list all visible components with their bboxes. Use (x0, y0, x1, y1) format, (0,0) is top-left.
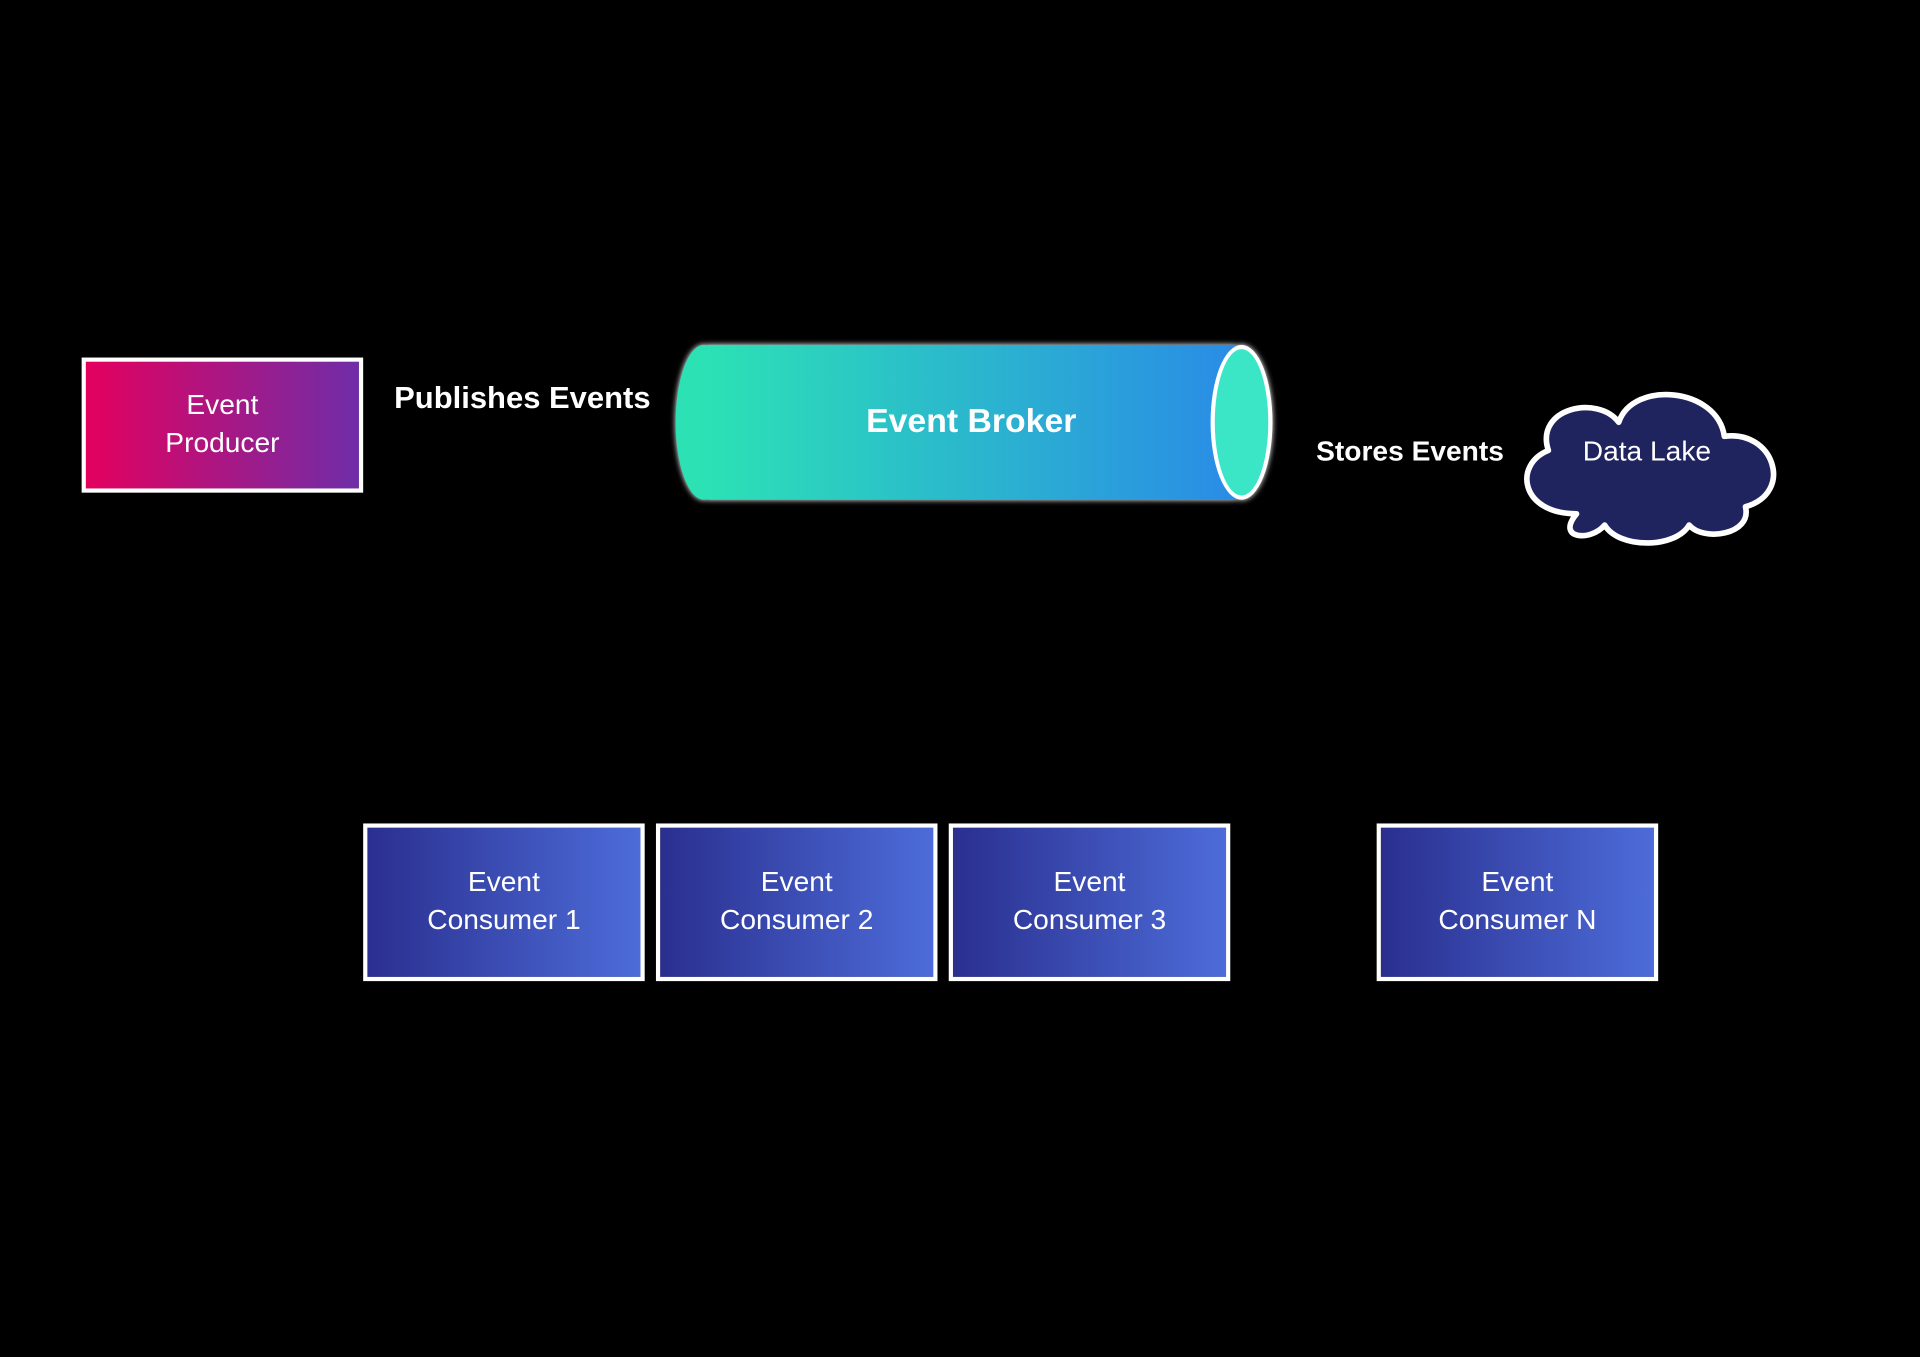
event-broker-cylinder: Event Broker (676, 345, 1267, 500)
event-producer-label: EventProducer (165, 387, 279, 463)
data-lake-label: Data Lake (1492, 436, 1802, 468)
event-consumer-1-label: EventConsumer 1 (427, 864, 580, 940)
event-consumer-2-box: EventConsumer 2 (656, 823, 938, 981)
publish-events-label: Publishes Events (394, 380, 650, 417)
event-consumer-2-label: EventConsumer 2 (720, 864, 873, 940)
event-producer-box: EventProducer (82, 358, 364, 493)
event-consumer-n-label: EventConsumer N (1438, 864, 1596, 940)
event-consumer-3-box: EventConsumer 3 (949, 823, 1231, 981)
cylinder-right-cap-icon (1211, 345, 1273, 500)
stores-events-label: Stores Events (1316, 436, 1504, 468)
event-broker-body: Event Broker (704, 345, 1239, 500)
event-consumer-3-label: EventConsumer 3 (1013, 864, 1166, 940)
event-consumer-n-box: EventConsumer N (1377, 823, 1659, 981)
event-consumer-1-box: EventConsumer 1 (363, 823, 645, 981)
data-lake-cloud: Data Lake (1492, 359, 1802, 556)
event-broker-label: Event Broker (866, 403, 1076, 442)
diagram-canvas: EventProducer Publishes Events Event Bro… (0, 0, 1920, 1351)
